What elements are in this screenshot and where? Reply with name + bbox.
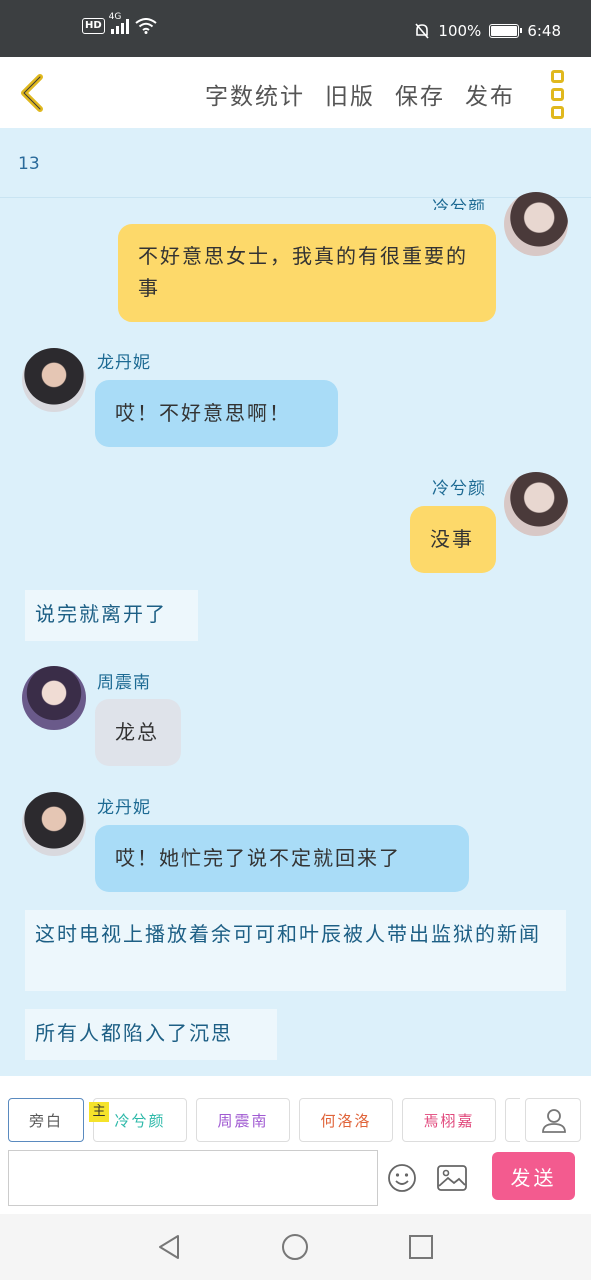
speaker-name: 冷兮颜 <box>432 198 486 210</box>
avatar-lengxiyan[interactable] <box>504 192 568 256</box>
main-role-tag: 主 <box>89 1102 109 1122</box>
nav-recents-icon[interactable] <box>406 1232 436 1262</box>
top-actions: 字数统计 旧版 保存 发布 <box>205 77 515 111</box>
wifi-icon <box>135 18 157 34</box>
role-narration-button[interactable]: 旁白 <box>8 1098 84 1142</box>
send-button[interactable]: 发送 <box>492 1152 575 1200</box>
role-yanxujia-button[interactable]: 焉栩嘉 <box>402 1098 496 1142</box>
role-label: 冷兮颜 <box>114 1111 166 1130</box>
battery-percent: 100% <box>438 22 482 40</box>
battery-icon <box>489 24 523 38</box>
message-input[interactable] <box>8 1150 378 1206</box>
bell-muted-icon <box>415 23 430 39</box>
nav-home-icon[interactable] <box>280 1232 310 1262</box>
speaker-name: 龙丹妮 <box>97 353 151 373</box>
chat-bubble: 不好意思女士，我真的有很重要的事 <box>118 224 496 322</box>
speaker-name: 龙丹妮 <box>97 798 151 818</box>
role-label: 周震南 <box>217 1111 269 1130</box>
hd-badge: HD <box>82 18 105 34</box>
top-bar: 字数统计 旧版 保存 发布 <box>0 57 591 128</box>
avatar-longdanni[interactable] <box>22 348 86 412</box>
clock: 6:48 <box>527 22 561 40</box>
emoji-icon[interactable] <box>386 1162 418 1194</box>
role-label: 焉栩嘉 <box>423 1111 475 1130</box>
avatar-zhouzhennan[interactable] <box>22 666 86 730</box>
send-label: 发送 <box>510 1165 557 1190</box>
add-role-button[interactable] <box>525 1098 581 1142</box>
chat-bubble: 哎！她忙完了说不定就回来了 <box>95 825 469 892</box>
role-label: 何洛洛 <box>320 1111 372 1130</box>
signal-icon: 4G <box>109 12 129 34</box>
chat-bubble: 没事 <box>410 506 496 573</box>
publish-button[interactable]: 发布 <box>465 77 515 111</box>
avatar-longdanni[interactable] <box>22 792 86 856</box>
role-zhouzhennan-button[interactable]: 周震南 <box>196 1098 290 1142</box>
network-type: 4G <box>108 12 122 22</box>
speaker-name: 周震南 <box>97 673 151 693</box>
more-menu-icon[interactable] <box>551 70 567 119</box>
status-left: HD 4G <box>82 12 157 34</box>
person-icon <box>542 1109 566 1133</box>
old-version-button[interactable]: 旧版 <box>325 77 375 111</box>
narration-block: 所有人都陷入了沉思 <box>25 1009 277 1060</box>
chat-bubble: 哎！不好意思啊！ <box>95 380 338 447</box>
speaker-name: 冷兮颜 <box>432 479 486 499</box>
image-icon[interactable] <box>436 1164 468 1192</box>
narration-block: 这时电视上播放着余可可和叶辰被人带出监狱的新闻 <box>25 910 566 991</box>
role-heluoluo-button[interactable]: 何洛洛 <box>299 1098 393 1142</box>
chat-bubble: 龙总 <box>95 699 181 766</box>
word-count-strip: 13 <box>0 128 591 198</box>
system-nav-bar <box>0 1214 591 1280</box>
save-button[interactable]: 保存 <box>395 77 445 111</box>
back-arrow-icon[interactable] <box>14 71 54 115</box>
narration-block: 说完就离开了 <box>25 590 198 641</box>
avatar-lengxiyan[interactable] <box>504 472 568 536</box>
status-right: 100% 6:48 <box>414 22 561 40</box>
role-label: 旁白 <box>28 1111 63 1130</box>
composer: 旁白 冷兮颜 周震南 何洛洛 焉栩嘉 主 发送 <box>0 1076 591 1214</box>
nav-back-icon[interactable] <box>154 1232 184 1262</box>
status-bar: HD 4G 100% 6:48 <box>0 0 591 57</box>
word-count-button[interactable]: 字数统计 <box>205 77 305 111</box>
role-more-button[interactable] <box>505 1098 520 1142</box>
word-count-value: 13 <box>18 154 40 174</box>
chat-area[interactable]: 13 冷兮颜 不好意思女士，我真的有很重要的事 龙丹妮 哎！不好意思啊！ 冷兮颜… <box>0 128 591 1076</box>
role-selector: 旁白 冷兮颜 周震南 何洛洛 焉栩嘉 <box>0 1098 520 1144</box>
